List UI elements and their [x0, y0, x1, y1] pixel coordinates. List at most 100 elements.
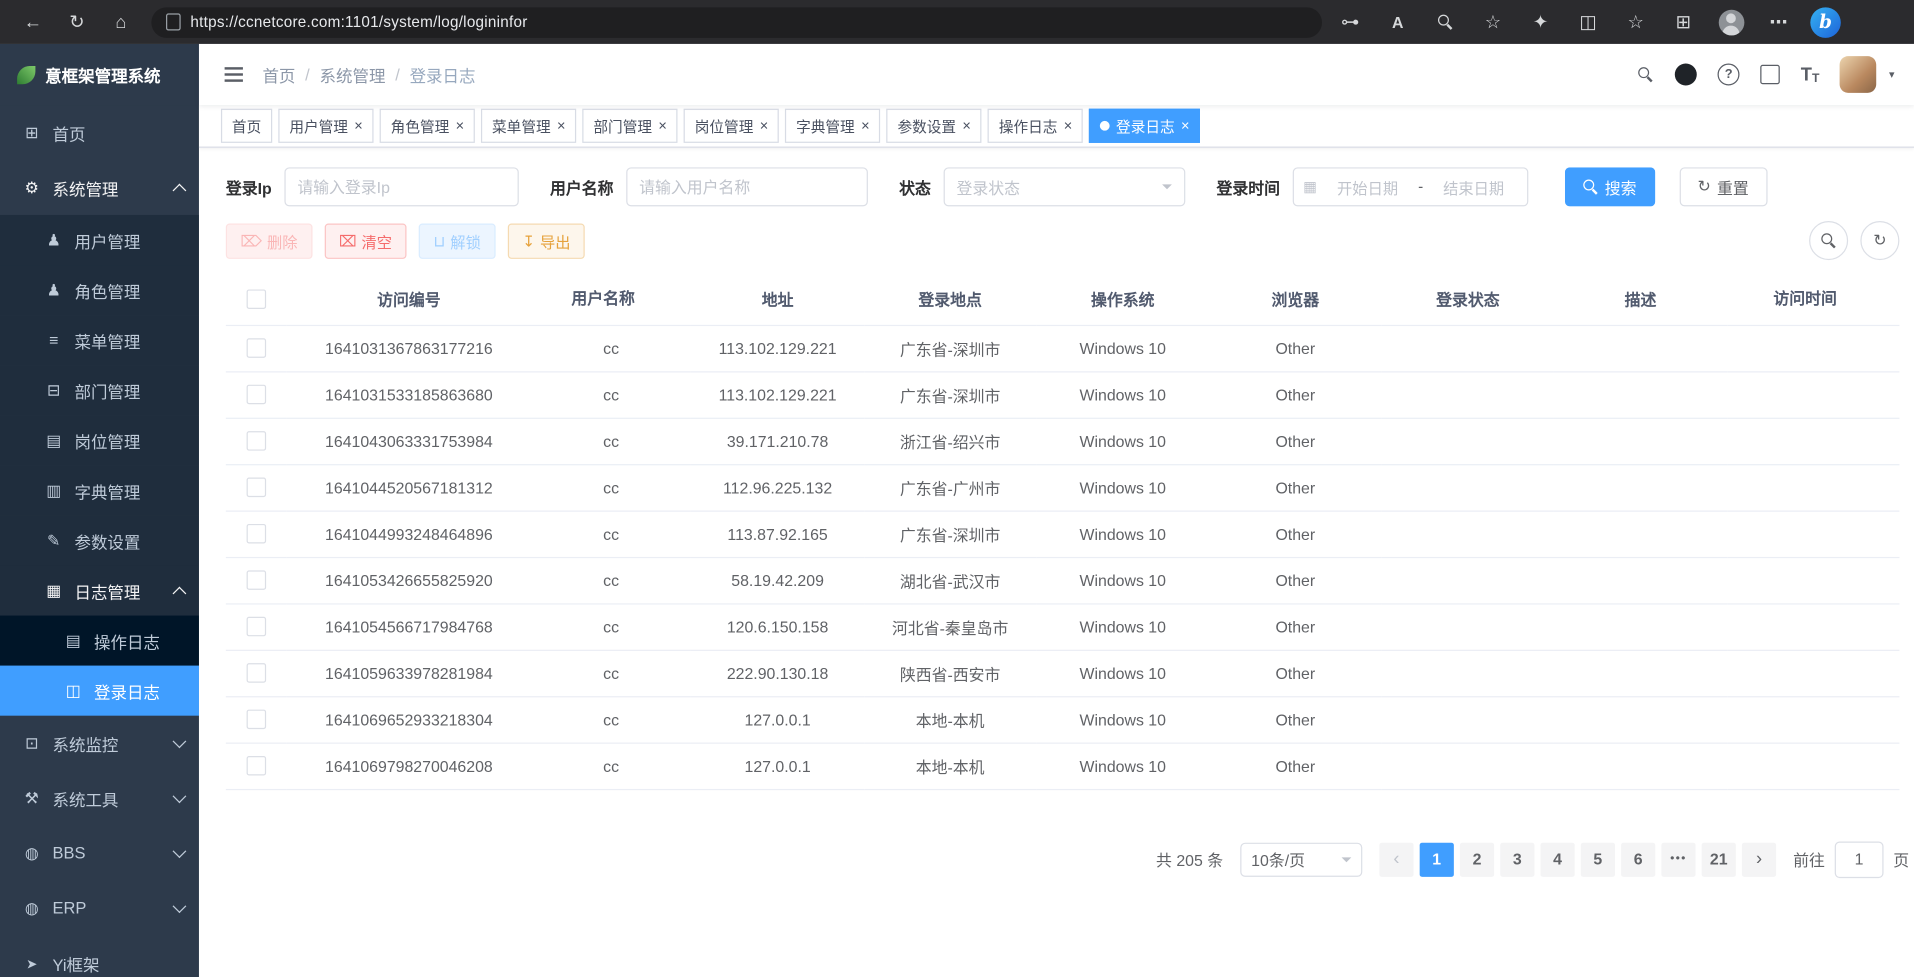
- row-checkbox[interactable]: [247, 385, 267, 405]
- sidebar-item[interactable]: 参数设置: [0, 515, 199, 565]
- split-screen-icon[interactable]: [1572, 6, 1604, 38]
- row-checkbox[interactable]: [247, 571, 267, 591]
- page-button[interactable]: 5: [1581, 842, 1615, 876]
- tab-close-icon[interactable]: [1181, 118, 1190, 133]
- page-button[interactable]: •••: [1661, 842, 1695, 876]
- font-size-icon[interactable]: TT: [1801, 64, 1820, 85]
- tab[interactable]: 角色管理: [380, 109, 475, 143]
- user-avatar[interactable]: [1840, 56, 1877, 93]
- tab[interactable]: 岗位管理: [684, 109, 779, 143]
- sidebar-item[interactable]: 日志管理: [0, 565, 199, 615]
- column-header[interactable]: 登录地点: [864, 272, 1037, 325]
- collapse-menu-icon[interactable]: [221, 64, 245, 86]
- sidebar-item[interactable]: 登录日志: [0, 666, 199, 716]
- page-button[interactable]: 6: [1621, 842, 1655, 876]
- app-logo[interactable]: 意框架管理系统: [0, 44, 199, 105]
- sidebar-item[interactable]: Yi框架: [0, 936, 199, 977]
- delete-button[interactable]: 删除: [226, 223, 312, 258]
- tab[interactable]: 用户管理: [278, 109, 373, 143]
- reset-button[interactable]: 重置: [1679, 167, 1767, 206]
- breadcrumb-home[interactable]: 首页: [262, 62, 295, 86]
- sidebar-item[interactable]: 菜单管理: [0, 315, 199, 365]
- goto-page-input[interactable]: [1835, 841, 1884, 878]
- export-button[interactable]: 导出: [508, 223, 586, 258]
- username-input[interactable]: [626, 167, 868, 206]
- collections-icon[interactable]: [1667, 6, 1699, 38]
- sidebar-item[interactable]: 岗位管理: [0, 415, 199, 465]
- tab[interactable]: 操作日志: [988, 109, 1083, 143]
- sidebar-item[interactable]: 操作日志: [0, 616, 199, 666]
- tab[interactable]: 参数设置: [886, 109, 981, 143]
- row-checkbox[interactable]: [247, 478, 267, 498]
- tab-close-icon[interactable]: [557, 118, 566, 133]
- sort-icon[interactable]: [1843, 289, 1853, 311]
- select-all-checkbox[interactable]: [247, 289, 267, 309]
- date-range-picker[interactable]: 开始日期 - 结束日期: [1292, 167, 1528, 206]
- column-header[interactable]: 地址: [691, 272, 864, 325]
- next-page-button[interactable]: [1742, 842, 1776, 876]
- column-header[interactable]: 浏览器: [1209, 272, 1382, 325]
- github-icon[interactable]: [1675, 64, 1697, 86]
- sidebar-item[interactable]: 角色管理: [0, 265, 199, 315]
- user-menu-caret-icon[interactable]: ▾: [1889, 68, 1895, 81]
- unlock-button[interactable]: 解锁: [419, 223, 496, 258]
- login-ip-input[interactable]: [284, 167, 518, 206]
- favorites-icon[interactable]: [1477, 6, 1509, 38]
- page-button[interactable]: 1: [1420, 842, 1454, 876]
- tab-close-icon[interactable]: [354, 118, 363, 133]
- column-header[interactable]: 访问时间: [1727, 272, 1900, 325]
- row-checkbox[interactable]: [247, 524, 267, 544]
- breadcrumb-system[interactable]: 系统管理: [320, 62, 386, 86]
- sidebar-item[interactable]: 字典管理: [0, 465, 199, 515]
- profile-avatar[interactable]: [1715, 6, 1747, 38]
- column-header[interactable]: 操作系统: [1036, 272, 1209, 325]
- fullscreen-icon[interactable]: [1760, 65, 1780, 85]
- back-icon[interactable]: [17, 6, 49, 38]
- tab[interactable]: 部门管理: [582, 109, 677, 143]
- sidebar-item[interactable]: 首页: [0, 105, 199, 160]
- help-icon[interactable]: ?: [1718, 64, 1740, 86]
- address-bar[interactable]: https://ccnetcore.com:1101/system/log/lo…: [151, 7, 1322, 38]
- sidebar-item[interactable]: BBS: [0, 826, 199, 881]
- page-size-select[interactable]: 10条/页: [1240, 842, 1362, 876]
- tab-close-icon[interactable]: [658, 118, 667, 133]
- row-checkbox[interactable]: [247, 756, 267, 776]
- tab-close-icon[interactable]: [759, 118, 768, 133]
- tab-close-icon[interactable]: [861, 118, 870, 133]
- search-icon[interactable]: [1638, 67, 1654, 83]
- tab[interactable]: 登录日志: [1089, 109, 1200, 143]
- sidebar-item[interactable]: 系统工具: [0, 771, 199, 826]
- page-button[interactable]: 2: [1460, 842, 1494, 876]
- row-checkbox[interactable]: [247, 664, 267, 684]
- sidebar-item[interactable]: 部门管理: [0, 365, 199, 415]
- tab[interactable]: 菜单管理: [481, 109, 576, 143]
- row-checkbox[interactable]: [247, 617, 267, 637]
- sidebar-item[interactable]: 用户管理: [0, 215, 199, 265]
- search-button[interactable]: 搜索: [1564, 167, 1654, 206]
- status-select[interactable]: 登录状态: [943, 167, 1185, 206]
- refresh-icon[interactable]: [61, 6, 93, 38]
- password-key-icon[interactable]: [1334, 6, 1366, 38]
- sidebar-item[interactable]: 系统管理: [0, 160, 199, 215]
- prev-page-button[interactable]: [1379, 842, 1413, 876]
- sidebar-item[interactable]: ERP: [0, 881, 199, 936]
- home-icon[interactable]: [105, 6, 137, 38]
- column-header[interactable]: 描述: [1554, 272, 1727, 325]
- column-header[interactable]: 用户名称: [531, 272, 691, 325]
- tab-close-icon[interactable]: [455, 118, 464, 133]
- refresh-table-button[interactable]: [1860, 221, 1899, 260]
- tab-close-icon[interactable]: [1064, 118, 1073, 133]
- zoom-icon[interactable]: [1429, 6, 1461, 38]
- row-checkbox[interactable]: [247, 432, 267, 452]
- sort-icon[interactable]: [641, 289, 651, 311]
- read-aloud-icon[interactable]: [1382, 6, 1414, 38]
- clear-button[interactable]: 清空: [324, 223, 406, 258]
- column-header[interactable]: 访问编号: [287, 272, 531, 325]
- extensions-icon[interactable]: [1525, 6, 1557, 38]
- page-button[interactable]: 4: [1540, 842, 1574, 876]
- sidebar-item[interactable]: 系统监控: [0, 716, 199, 771]
- page-button[interactable]: 21: [1702, 842, 1736, 876]
- row-checkbox[interactable]: [247, 710, 267, 730]
- column-header[interactable]: 登录状态: [1382, 272, 1555, 325]
- tab[interactable]: 字典管理: [785, 109, 880, 143]
